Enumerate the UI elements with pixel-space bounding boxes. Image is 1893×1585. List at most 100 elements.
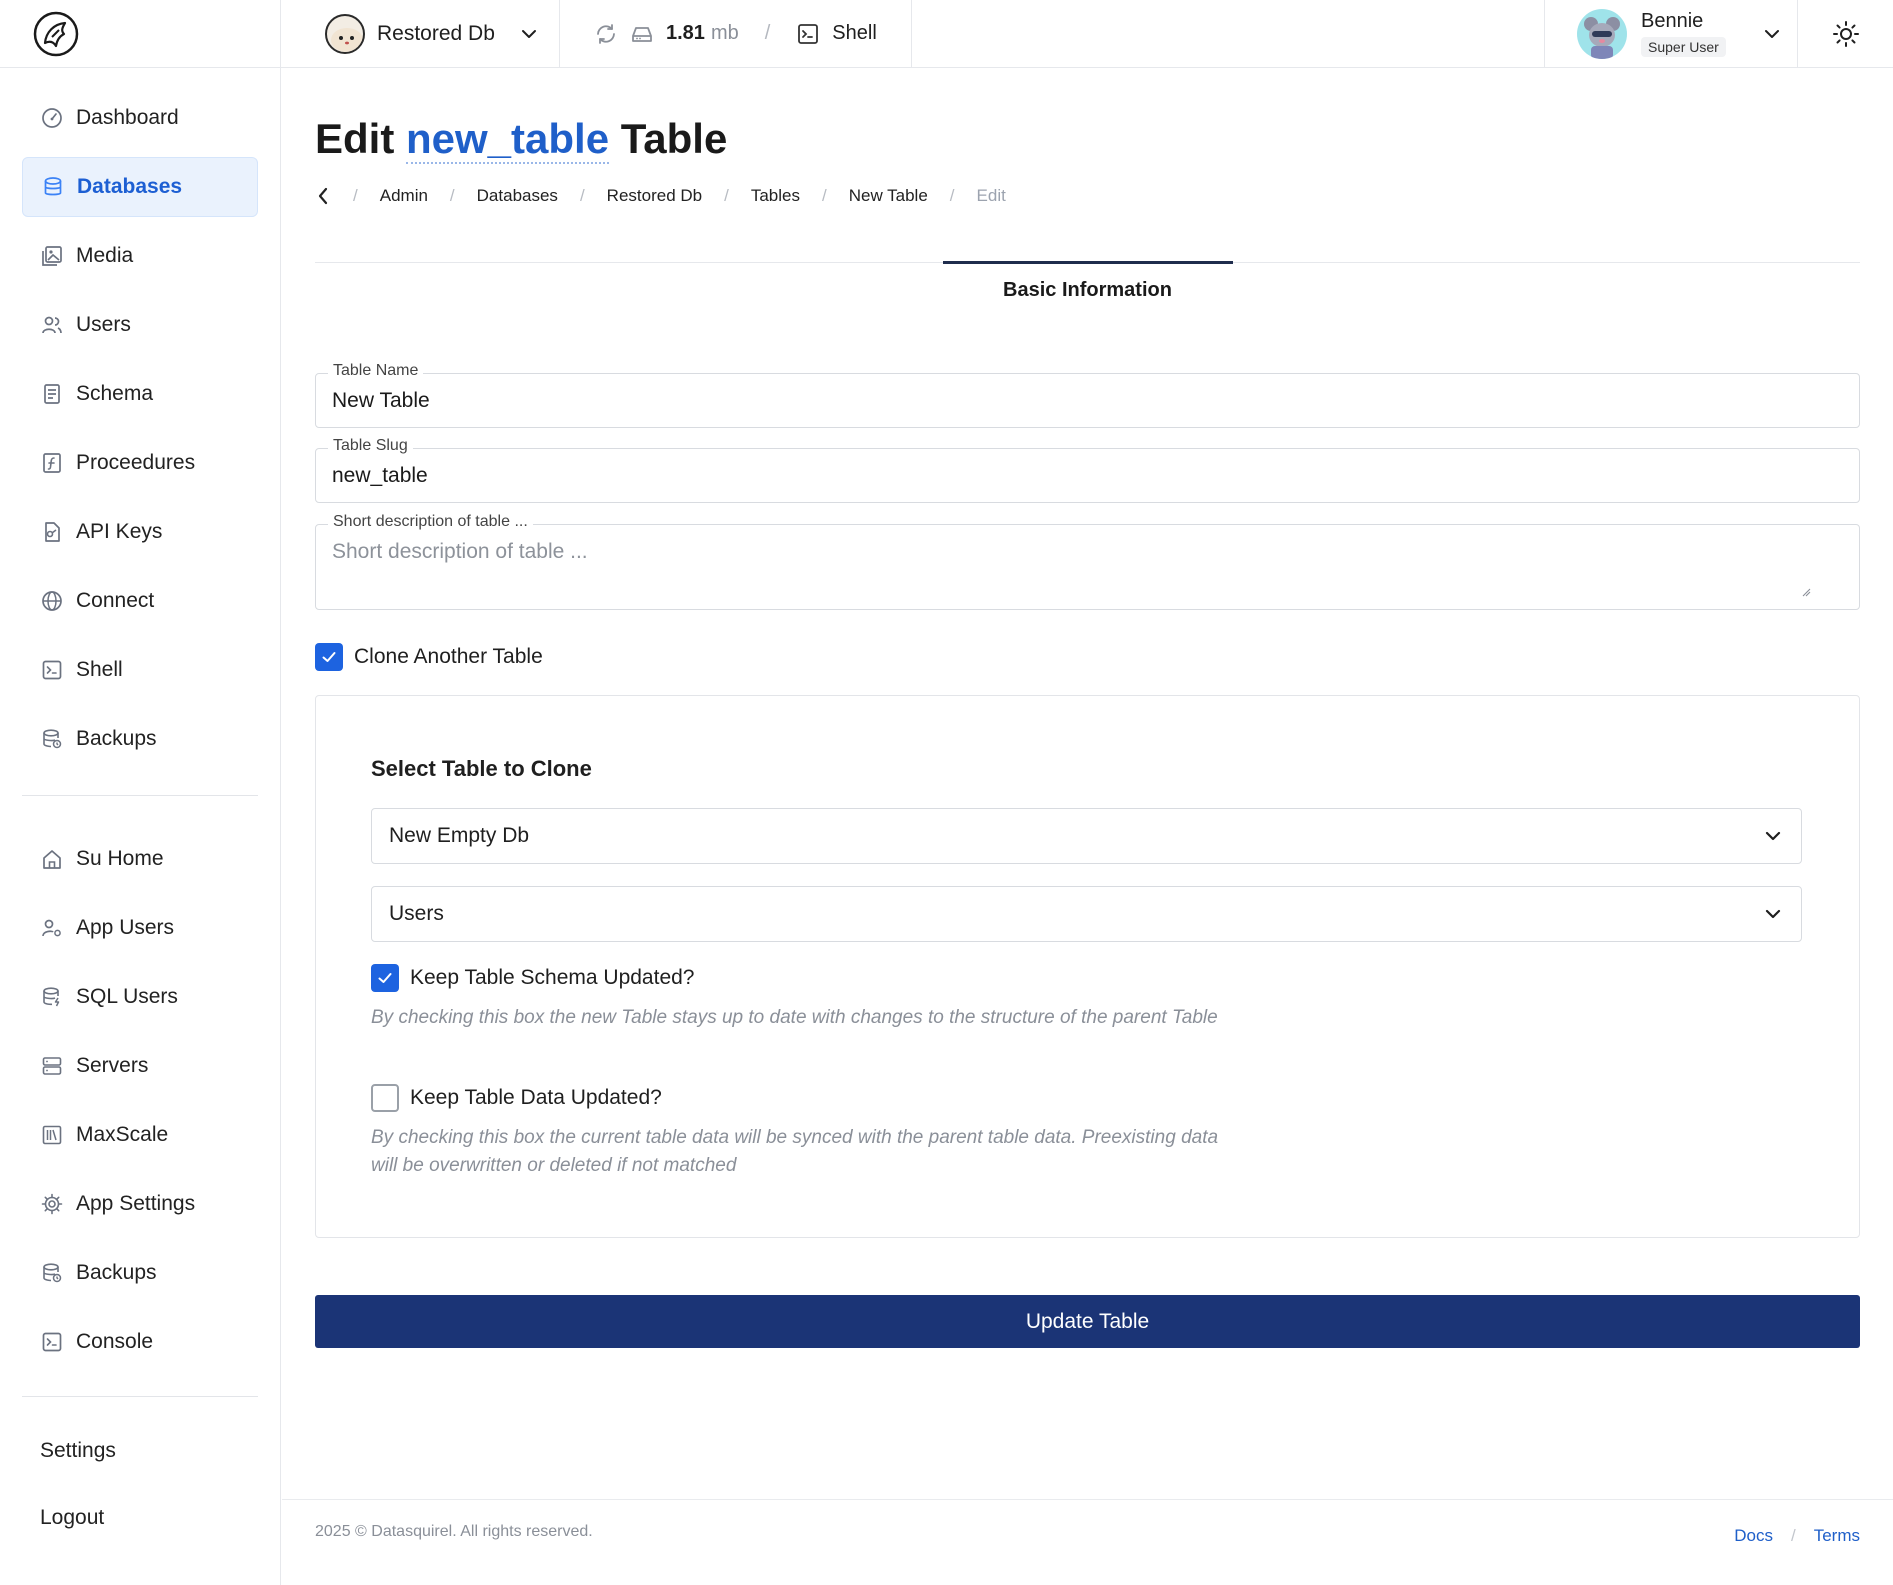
user-role-badge: Super User (1641, 37, 1726, 57)
keep-schema-row[interactable]: Keep Table Schema Updated? (371, 964, 694, 992)
table-name-field[interactable]: Table Name New Table (315, 362, 1860, 428)
back-chevron-icon[interactable] (315, 186, 331, 206)
update-table-button[interactable]: Update Table (315, 1295, 1860, 1348)
breadcrumb-admin[interactable]: Admin (380, 186, 428, 206)
resize-handle-icon[interactable] (1801, 587, 1811, 597)
sun-icon (1832, 20, 1860, 48)
terminal-icon[interactable] (796, 22, 820, 46)
sidebar-item-label: Shell (76, 658, 123, 681)
sidebar-item-label: Servers (76, 1054, 149, 1077)
description-field[interactable]: Short description of table ... Short des… (315, 513, 1860, 610)
tab-bar (315, 261, 1860, 264)
breadcrumb-separator: / (724, 186, 729, 205)
function-icon (40, 451, 64, 475)
sidebar-item-maxscale[interactable]: MaxScale (22, 1105, 258, 1165)
database-switcher[interactable]: Restored Db (281, 0, 560, 67)
table-slug-field[interactable]: Table Slug new_table (315, 437, 1860, 503)
footer-separator: / (1790, 1526, 1796, 1545)
sidebar-item-label: Dashboard (76, 106, 179, 129)
terminal-icon (40, 1330, 64, 1354)
chevron-down-icon[interactable] (1762, 24, 1782, 44)
breadcrumb-separator: / (949, 186, 955, 205)
footer-links: Docs / Terms (1734, 1526, 1860, 1546)
sidebar-item-backups[interactable]: Backups (22, 709, 258, 769)
sidebar-item-label: API Keys (76, 520, 163, 543)
clone-table-checkbox-row[interactable]: Clone Another Table (315, 643, 543, 671)
sidebar-item-users[interactable]: Users (22, 295, 258, 355)
user-info: Bennie Super User (1641, 10, 1726, 57)
table-slug-input[interactable]: new_table (316, 464, 444, 488)
sidebar-item-databases[interactable]: Databases (22, 157, 258, 217)
clone-table-selected: Users (389, 902, 444, 925)
clone-table-select[interactable]: Users (371, 886, 1802, 942)
sidebar-item-console[interactable]: Console (22, 1312, 258, 1372)
sidebar-item-app-users[interactable]: App Users (22, 898, 258, 958)
breadcrumb-restored-db[interactable]: Restored Db (607, 186, 702, 206)
globe-icon (40, 589, 64, 613)
sidebar-item-connect[interactable]: Connect (22, 571, 258, 631)
app-logo-icon[interactable] (32, 10, 80, 58)
sidebar-item-sql-users[interactable]: SQL Users (22, 967, 258, 1027)
sidebar-divider (22, 795, 258, 796)
media-icon (40, 244, 64, 268)
sidebar-item-proceedures[interactable]: Proceedures (22, 433, 258, 493)
clone-table-checkbox[interactable] (315, 643, 343, 671)
sidebar-item-servers[interactable]: Servers (22, 1036, 258, 1096)
database-bolt-icon (40, 985, 64, 1009)
sidebar-item-settings[interactable]: Settings (22, 1421, 258, 1481)
shell-link[interactable]: Shell (832, 22, 876, 45)
sidebar-item-logout[interactable]: Logout (22, 1488, 258, 1548)
description-label: Short description of table ... (328, 513, 533, 531)
database-stats: 1.81 mb / Shell (560, 0, 912, 67)
keep-data-checkbox[interactable] (371, 1084, 399, 1112)
sidebar-item-label: Connect (76, 589, 155, 612)
refresh-icon[interactable] (594, 22, 618, 46)
database-name: Restored Db (377, 21, 495, 45)
logo-cell (0, 0, 281, 67)
sidebar-item-label: MaxScale (76, 1123, 169, 1146)
backup-icon (40, 727, 64, 751)
schema-icon (40, 382, 64, 406)
user-menu[interactable]: Bennie Super User (1544, 0, 1797, 67)
checkmark-icon (322, 652, 336, 662)
sidebar-item-shell[interactable]: Shell (22, 640, 258, 700)
database-icon (41, 175, 65, 199)
sidebar-item-label: SQL Users (76, 985, 178, 1008)
sidebar-item-admin-backups[interactable]: Backups (22, 1243, 258, 1303)
description-textarea[interactable]: Short description of table ... (316, 540, 1859, 564)
breadcrumb-databases[interactable]: Databases (477, 186, 558, 206)
sidebar-item-app-settings[interactable]: App Settings (22, 1174, 258, 1234)
page-title: Edit new_table Table (315, 114, 1860, 164)
footer-docs-link[interactable]: Docs (1734, 1526, 1773, 1546)
theme-toggle[interactable] (1797, 0, 1893, 67)
sidebar-item-label: Backups (76, 727, 157, 750)
tab-basic-information[interactable]: Basic Information (315, 279, 1860, 302)
breadcrumb-new-table[interactable]: New Table (849, 186, 928, 206)
sidebar-item-api-keys[interactable]: API Keys (22, 502, 258, 562)
table-slug-label: Table Slug (328, 437, 413, 455)
terminal-icon (40, 658, 64, 682)
chevron-down-icon (1763, 826, 1783, 846)
keep-data-row[interactable]: Keep Table Data Updated? (371, 1084, 662, 1112)
clone-database-select[interactable]: New Empty Db (371, 808, 1802, 864)
sidebar-item-su-home[interactable]: Su Home (22, 829, 258, 889)
footer-terms-link[interactable]: Terms (1814, 1526, 1860, 1546)
sidebar-item-label: Console (76, 1330, 154, 1353)
footer-divider (282, 1499, 1893, 1500)
sidebar-item-media[interactable]: Media (22, 226, 258, 286)
sidebar-item-schema[interactable]: Schema (22, 364, 258, 424)
page-title-table-slug[interactable]: new_table (406, 115, 610, 164)
page-title-suffix: Table (620, 115, 728, 162)
breadcrumb-tables[interactable]: Tables (751, 186, 800, 206)
sidebar-item-dashboard[interactable]: Dashboard (22, 88, 258, 148)
server-icon (40, 1054, 64, 1078)
table-name-label: Table Name (328, 362, 424, 380)
table-name-input[interactable]: New Table (316, 389, 446, 413)
footer-copyright: 2025 © Datasquirel. All rights reserved. (315, 1523, 593, 1540)
users-icon (40, 313, 64, 337)
breadcrumb-separator: / (353, 186, 358, 205)
home-icon (40, 847, 64, 871)
chevron-down-icon (1763, 904, 1783, 924)
keep-schema-checkbox[interactable] (371, 964, 399, 992)
